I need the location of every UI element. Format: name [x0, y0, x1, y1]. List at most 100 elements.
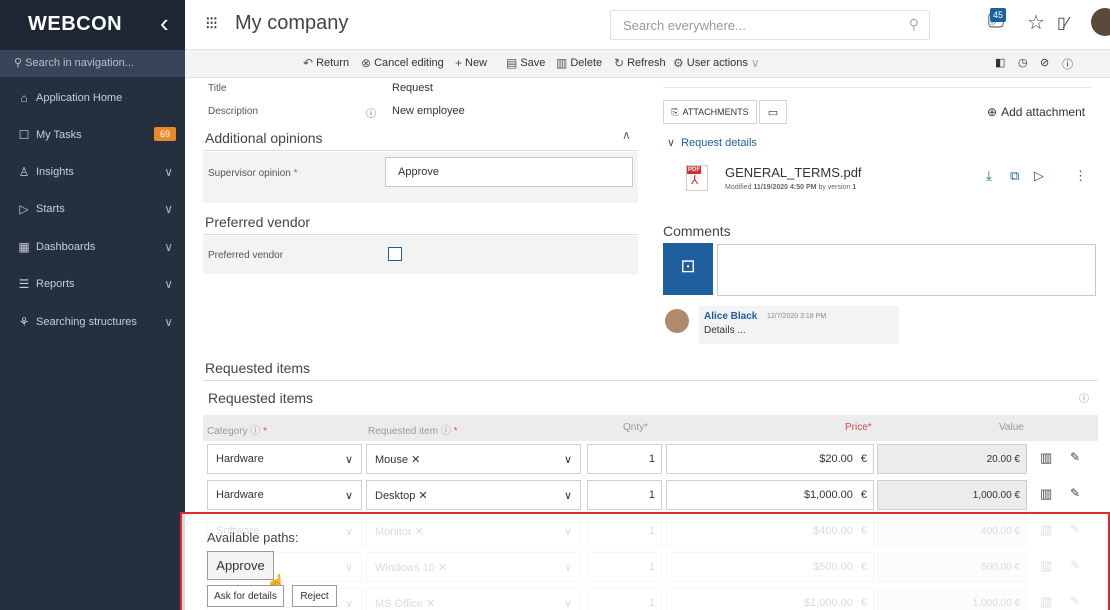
cancel-icon: ⊗ [361, 56, 372, 70]
home-icon: ⌂ [20, 91, 28, 105]
quantity-field[interactable]: 1 [587, 480, 662, 510]
ask-for-details-button[interactable]: Ask for details [207, 585, 284, 607]
add-comment-icon[interactable]: ⊡ [663, 243, 713, 295]
comment-date: 12/7/2020 3:18 PM [767, 313, 827, 320]
info-icon[interactable]: ⓘ [1062, 56, 1073, 72]
apps-grid-icon[interactable]: ⁝⁝⁝ [205, 13, 218, 34]
sidebar-item-insights[interactable]: ♙ Insights ∨ [0, 154, 185, 190]
comments-title: Comments [663, 223, 731, 239]
category-value: Hardware [216, 489, 264, 501]
save-button[interactable]: ▤ Save [506, 56, 545, 70]
divider [203, 234, 638, 235]
star-icon[interactable]: ☆ [1027, 10, 1045, 35]
cancel-editing-button[interactable]: ⊗ Cancel editing [361, 56, 444, 70]
save-icon: ▤ [506, 56, 518, 70]
chevron-down-icon: ∨ [164, 315, 173, 329]
new-label: New [465, 57, 488, 69]
required-marker: * [453, 426, 458, 437]
edit-row-icon[interactable]: ✎ [1070, 450, 1080, 464]
sidebar-item-label: Reports [36, 278, 75, 290]
search-icon: ⚲ [14, 57, 26, 69]
chevron-down-icon: ∨ [563, 453, 572, 466]
history-icon[interactable]: ◷ [1018, 56, 1028, 69]
supervisor-opinion-label: Supervisor opinion * [208, 168, 298, 179]
column-header-category-text: Category [207, 426, 248, 437]
user-actions-icon: ⚙ [673, 56, 684, 70]
reject-button[interactable]: Reject [292, 585, 337, 607]
remove-tag-icon[interactable]: ✕ [408, 454, 420, 466]
info-icon[interactable]: ⓘ [366, 105, 376, 120]
refresh-icon: ↻ [614, 56, 625, 70]
global-search-input[interactable]: Search everywhere... ⚲ [610, 10, 930, 40]
insights-icon: ♙ [18, 165, 30, 179]
global-search-placeholder: Search everywhere... [623, 18, 746, 33]
column-header-item: Requested item ⓘ * [368, 426, 458, 437]
edit-layout-icon[interactable]: ▯⁄ [1057, 13, 1068, 33]
sidebar-item-dashboards[interactable]: ▦ Dashboards ∨ [0, 229, 185, 265]
quantity-field[interactable]: 1 [587, 444, 662, 474]
delete-button[interactable]: ▥ Delete [556, 56, 602, 70]
supervisor-opinion-field[interactable]: Approve [385, 157, 633, 187]
remove-tag-icon[interactable]: ✕ [415, 490, 427, 502]
tasks-icon: ☐ [18, 128, 30, 142]
sidebar-item-searching-structures[interactable]: ⚘ Searching structures ∨ [0, 304, 185, 340]
sidebar-item-starts[interactable]: ▷ Starts ∨ [0, 191, 185, 227]
pdf-file-icon: PDF ⅄ [686, 165, 708, 191]
price-field[interactable]: $1,000.00 € [666, 480, 874, 510]
preferred-vendor-checkbox[interactable] [388, 247, 402, 261]
more-options-icon[interactable]: ⋮ [1074, 168, 1087, 184]
sidebar-item-label: Insights [36, 166, 74, 178]
attachments-tab[interactable]: ⎘ ATTACHMENTS [663, 100, 757, 124]
attachment-file-name[interactable]: GENERAL_TERMS.pdf [725, 165, 862, 180]
comment-input[interactable] [717, 244, 1096, 296]
user-actions-button[interactable]: ⚙ User actions ∨ [673, 56, 763, 70]
description-label: Description [208, 106, 259, 117]
sidebar-item-label: Searching structures [36, 316, 137, 328]
price-value: $1,000.00 [803, 489, 853, 501]
request-details-group[interactable]: ∨ Request details [667, 136, 757, 150]
category-select[interactable]: Hardware ∨ [207, 480, 362, 510]
sidebar-item-application-home[interactable]: ⌂ Application Home [0, 80, 185, 116]
paperclip-icon: ⎘ [671, 106, 679, 117]
currency-symbol: € [860, 453, 867, 465]
link-icon[interactable]: ⊘ [1040, 56, 1049, 69]
tabs-strip [663, 78, 1091, 88]
notifications-count-badge: 45 [990, 8, 1006, 22]
chevron-up-icon[interactable]: ∧ [622, 128, 631, 142]
collapse-sidebar-icon[interactable]: ‹ [160, 8, 169, 39]
delete-row-icon[interactable]: ▥ [1040, 486, 1052, 502]
divider [203, 380, 1098, 381]
approve-button[interactable]: Approve [207, 551, 274, 580]
speaker-icon[interactable]: ◧ [995, 56, 1005, 69]
refresh-button[interactable]: ↻ Refresh [614, 56, 666, 70]
requested-item-select[interactable]: Desktop ✕ ∨ [366, 480, 581, 510]
sidebar-item-reports[interactable]: ☰ Reports ∨ [0, 266, 185, 302]
folder-tab[interactable]: ▭ [759, 100, 787, 124]
add-attachment-button[interactable]: ⊕ Add attachment [987, 105, 1085, 119]
title-label: Title [208, 83, 227, 94]
delete-row-icon[interactable]: ▥ [1040, 450, 1052, 466]
info-icon[interactable]: ⓘ [1079, 390, 1089, 405]
navigation-search-input[interactable]: ⚲ Search in navigation... [0, 50, 185, 77]
dashboard-icon: ▦ [18, 240, 30, 254]
edit-row-icon[interactable]: ✎ [1070, 486, 1080, 500]
edit-attachment-icon[interactable]: ▷ [1034, 168, 1044, 184]
webcon-logo[interactable]: WEBCON [28, 13, 122, 36]
category-select[interactable]: Hardware ∨ [207, 444, 362, 474]
column-header-value: Value [999, 422, 1024, 433]
requested-item-value: Mouse [375, 453, 409, 466]
download-icon[interactable]: ⤓ [986, 168, 992, 184]
required-marker: * [263, 426, 268, 437]
new-button[interactable]: + New [455, 56, 487, 70]
requested-item-select[interactable]: Mouse ✕ ∨ [366, 444, 581, 474]
comment-attachment-icon[interactable]: ⧉ [1010, 168, 1019, 184]
sidebar-item-my-tasks[interactable]: ☐ My Tasks 69 [0, 117, 185, 153]
sidebar-item-label: My Tasks [36, 129, 82, 141]
delete-label: Delete [570, 57, 603, 69]
preferred-vendor-title: Preferred vendor [205, 214, 311, 230]
request-details-label: Request details [681, 136, 757, 149]
sidebar-item-label: Starts [36, 203, 65, 215]
return-button[interactable]: ↶ Return [303, 56, 349, 70]
column-header-category: Category ⓘ * [207, 426, 268, 437]
price-field[interactable]: $20.00 € [666, 444, 874, 474]
